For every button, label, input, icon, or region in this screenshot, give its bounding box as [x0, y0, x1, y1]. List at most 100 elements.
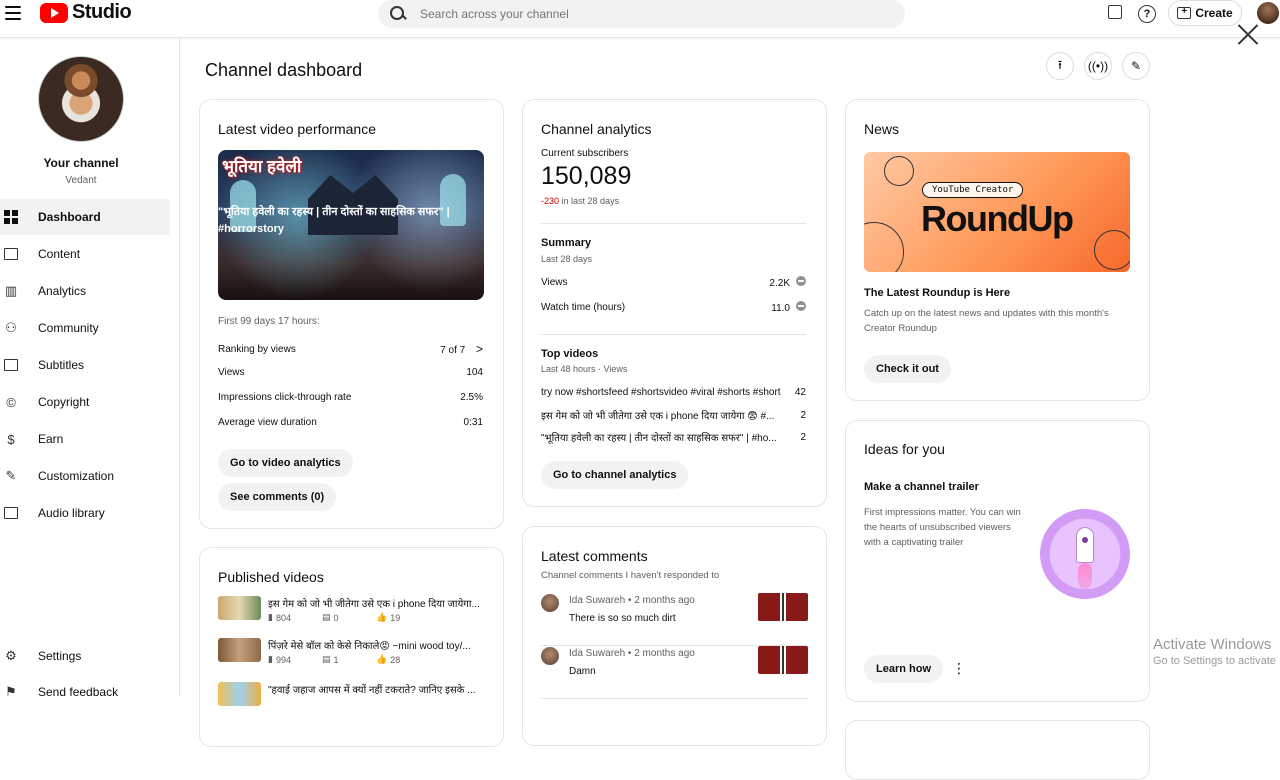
decrease-indicator-icon — [796, 276, 806, 286]
go-to-channel-analytics-button[interactable]: Go to channel analytics — [541, 461, 689, 489]
analytics-icon: ▥ — [4, 283, 18, 298]
summary-value: 2.2K — [769, 278, 790, 289]
sidebar-item-subtitles[interactable]: Subtitles — [0, 347, 170, 383]
your-channel-label: Your channel — [43, 156, 119, 170]
decrease-indicator-icon — [796, 301, 806, 311]
help-icon[interactable]: ? — [1138, 5, 1156, 23]
upload-button[interactable]: ⭱ — [1046, 52, 1074, 80]
top-bar: Studio ? + Create — [0, 0, 1280, 38]
rocket-icon — [1076, 527, 1094, 563]
channel-analytics-card: Channel analytics Current subscribers 15… — [522, 99, 827, 507]
comment-meta: Ida Suwareh • 2 months ago — [569, 648, 695, 659]
list-item[interactable]: पिंज़रे मेसे बॉल को केसे निकाले😡 ~mini w… — [218, 638, 487, 678]
check-it-out-button[interactable]: Check it out — [864, 355, 951, 383]
create-post-button[interactable]: ✎ — [1122, 52, 1150, 80]
news-banner-image[interactable]: YouTube Creator RoundUp — [864, 152, 1130, 272]
comment-item[interactable]: Ida Suwareh • 2 months ago Damn — [541, 646, 808, 692]
go-live-button[interactable]: ((•)) — [1084, 52, 1112, 80]
video-title: पिंज़रे मेसे बॉल को केसे निकाले😡 ~mini w… — [268, 641, 471, 652]
comment-icon: ▤ — [322, 654, 331, 664]
views-count: 994 — [275, 654, 291, 665]
go-to-video-analytics-button[interactable]: Go to video analytics — [218, 449, 353, 477]
live-icon: ((•)) — [1087, 59, 1109, 73]
sidebar-item-copyright[interactable]: © Copyright — [0, 384, 170, 420]
top-video-row[interactable]: try now #shortsfeed #shortsvideo #viral … — [541, 387, 806, 398]
create-button[interactable]: + Create — [1168, 0, 1242, 26]
close-icon[interactable] — [1236, 22, 1260, 46]
divider — [541, 698, 808, 699]
top-video-title: try now #shortsfeed #shortsvideo #viral … — [541, 387, 781, 398]
sidebar-item-community[interactable]: ⚇ Community — [0, 310, 170, 346]
views-icon: ▮ — [268, 612, 273, 622]
news-card: News YouTube Creator RoundUp The Latest … — [845, 99, 1150, 401]
account-avatar[interactable] — [1257, 2, 1279, 24]
activate-windows-hint: Go to Settings to activate — [1153, 655, 1276, 667]
studio-logo[interactable]: Studio — [40, 1, 132, 24]
card-title: Ideas for you — [864, 441, 945, 457]
likes-count: 19 — [390, 612, 401, 623]
sidebar-item-feedback[interactable]: ⚑ Send feedback — [0, 674, 170, 710]
list-item[interactable]: "हवाई जहाज आपस में क्यों नहीं टकराते? जा… — [218, 682, 487, 722]
video-title: "हवाई जहाज आपस में क्यों नहीं टकराते? जा… — [268, 685, 476, 696]
globe-graphic — [884, 156, 914, 186]
see-comments-button[interactable]: See comments (0) — [218, 483, 337, 511]
latest-video-caption: "भूतिया हवेली का रहस्य | तीन दोस्तों का … — [218, 206, 450, 236]
sidebar-item-content[interactable]: Content — [0, 236, 170, 272]
create-label: Create — [1195, 6, 1233, 20]
news-banner-title: RoundUp — [921, 198, 1074, 239]
learn-how-button[interactable]: Learn how — [864, 655, 944, 683]
comment-time: 2 months ago — [634, 648, 695, 659]
list-item[interactable]: इस गेम को जो भी जीतेगा उसे एक i phone दि… — [218, 596, 487, 636]
video-thumbnail — [218, 638, 261, 662]
top-video-title: इस गेम को जो भी जीतेगा उसे एक i phone दि… — [541, 411, 775, 422]
card-title: Channel analytics — [541, 121, 652, 137]
search-bar[interactable] — [378, 0, 905, 28]
top-video-row[interactable]: इस गेम को जो भी जीतेगा उसे एक i phone दि… — [541, 408, 806, 423]
search-icon[interactable] — [390, 6, 406, 22]
top-video-views: 2 — [800, 431, 806, 443]
comment-item[interactable]: Ida Suwareh • 2 months ago There is so s… — [541, 593, 808, 639]
ideas-card: Ideas for you Make a channel trailer Fir… — [845, 420, 1150, 702]
views-count: 804 — [275, 612, 291, 623]
stat-value: 2.5% — [460, 392, 483, 403]
top-video-row[interactable]: "भूतिया हवेली का रहस्य | तीन दोस्तों का … — [541, 430, 806, 445]
sidebar-item-customization[interactable]: ✎ Customization — [0, 458, 170, 494]
community-icon: ⚇ — [5, 320, 17, 335]
news-badge: YouTube Creator — [922, 182, 1024, 198]
comment-video-thumbnail — [758, 593, 808, 621]
sidebar-item-audio-library[interactable]: Audio library — [0, 495, 170, 531]
page-title: Channel dashboard — [205, 60, 363, 80]
stat-row: Impressions click-through rate 2.5% — [218, 392, 483, 403]
comment-video-thumbnail — [758, 646, 808, 674]
ranking-value: 7 of 7 — [440, 345, 466, 356]
card-title: Latest video performance — [218, 121, 376, 137]
stat-label: Average view duration — [218, 417, 317, 428]
sidebar-item-analytics[interactable]: ▥ Analytics — [0, 273, 170, 309]
more-options-icon[interactable]: ⋮ — [952, 660, 966, 677]
card-title: News — [864, 121, 900, 137]
sidebar-item-dashboard[interactable]: Dashboard — [0, 199, 170, 235]
feedback-icon[interactable] — [1108, 5, 1122, 19]
news-body: Catch up on the latest news and updates … — [864, 308, 1109, 334]
hamburger-menu-icon[interactable] — [4, 4, 22, 22]
video-stats: ▮ 994 ▤ 1 👍 28 — [268, 654, 430, 665]
comment-author: Ida Suwareh — [569, 595, 626, 606]
commenter-avatar — [541, 594, 559, 612]
customization-icon: ✎ — [5, 468, 17, 483]
search-input[interactable] — [420, 7, 860, 21]
ideas-body: First impressions matter. You can win th… — [864, 507, 1021, 549]
thumbnail-title: भूतिया हवेली — [222, 157, 302, 176]
ranking-row[interactable]: Ranking by views 7 of 7 > — [218, 342, 483, 356]
comments-subtitle: Channel comments I haven't responded to — [541, 570, 720, 581]
top-video-views: 42 — [794, 387, 806, 398]
card-title: Published videos — [218, 569, 324, 585]
sidebar-item-settings[interactable]: ⚙ Settings — [0, 638, 170, 674]
edit-icon: ✎ — [1130, 59, 1142, 73]
sidebar: Your channel Vedant Dashboard Content ▥ … — [0, 38, 180, 699]
summary-period: Last 28 days — [541, 254, 593, 264]
comment-author: Ida Suwareh — [569, 648, 626, 659]
comments-count: 1 — [333, 654, 339, 665]
sidebar-item-earn[interactable]: $ Earn — [0, 421, 170, 457]
channel-avatar[interactable] — [38, 56, 124, 142]
subscribers-count: 150,089 — [541, 162, 632, 190]
